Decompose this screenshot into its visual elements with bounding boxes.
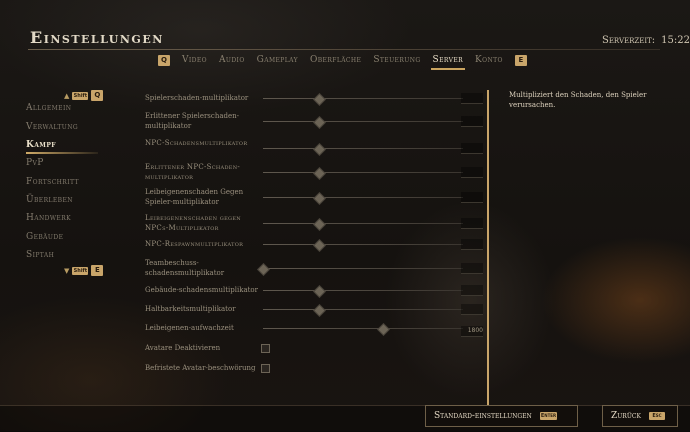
setting-label: Gebäude-schadensmultiplikator bbox=[145, 286, 258, 294]
setting-label: Erlittener NPC-Schaden-multiplikator bbox=[145, 163, 241, 181]
setting-label: NPC-Schadensmultiplikator bbox=[145, 139, 248, 147]
value-field[interactable] bbox=[461, 263, 483, 274]
sidebar-item-building[interactable]: Gebäude bbox=[26, 232, 63, 242]
shift-key-icon: Shift bbox=[72, 91, 89, 100]
slider-track[interactable] bbox=[263, 309, 463, 310]
sidebar-item-siptah[interactable]: Siptah bbox=[26, 250, 54, 260]
next-tab-key-icon[interactable]: E bbox=[514, 54, 527, 66]
setting-label: Avatare Deaktivieren bbox=[145, 344, 221, 352]
setting-label: Teambeschuss-schadensmultiplikator bbox=[145, 259, 225, 277]
back-label: Zurück bbox=[611, 411, 641, 421]
tab-server[interactable]: Server bbox=[430, 55, 466, 70]
slider-track[interactable] bbox=[263, 244, 463, 245]
sidebar-active-underline bbox=[26, 152, 98, 154]
server-time-label: Serverzeit: bbox=[601, 35, 656, 46]
value-field[interactable] bbox=[461, 93, 483, 104]
value-field[interactable] bbox=[461, 167, 483, 178]
tab-gameplay[interactable]: Gameplay bbox=[257, 55, 298, 65]
chevron-down-icon: ▼ bbox=[64, 266, 70, 275]
value-field[interactable] bbox=[461, 116, 483, 127]
setting-label: Spielerschaden-multiplikator bbox=[145, 94, 249, 102]
sidebar-item-survival[interactable]: Überleben bbox=[26, 195, 73, 205]
slider-track[interactable] bbox=[263, 98, 463, 99]
avatar-summoning-checkbox[interactable] bbox=[261, 364, 270, 373]
setting-label: Erlittener Spielerschaden-multiplikator bbox=[145, 112, 240, 130]
page-title: Einstellungen bbox=[30, 28, 164, 47]
value-field[interactable] bbox=[461, 143, 483, 154]
tab-controls[interactable]: Steuerung bbox=[373, 55, 420, 65]
value-field[interactable] bbox=[461, 218, 483, 229]
tab-account[interactable]: Konto bbox=[475, 55, 503, 65]
setting-label: Leibeigenenschaden Gegen Spieler-multipl… bbox=[145, 188, 244, 206]
slider-track[interactable] bbox=[263, 223, 463, 224]
disable-avatars-checkbox[interactable] bbox=[261, 344, 270, 353]
scrollbar[interactable] bbox=[487, 90, 489, 406]
slider-track[interactable] bbox=[263, 197, 463, 198]
q-key-icon: Q bbox=[91, 90, 104, 101]
value-field[interactable] bbox=[461, 285, 483, 296]
value-field[interactable] bbox=[461, 192, 483, 203]
slider-track[interactable] bbox=[263, 290, 463, 291]
tab-interface[interactable]: Oberfläche bbox=[310, 55, 361, 65]
sidebar-item-crafting[interactable]: Handwerk bbox=[26, 213, 71, 223]
setting-label: Leibeigenenschaden gegen NPCs-Multiplika… bbox=[145, 214, 241, 232]
settings-tabs: Q Video Audio Gameplay Oberfläche Steuer… bbox=[158, 52, 539, 70]
footer-bar bbox=[0, 405, 690, 432]
title-divider bbox=[28, 49, 660, 50]
sidebar-up-hint[interactable]: ▲ Shift Q bbox=[64, 90, 104, 101]
prev-tab-key-icon[interactable]: Q bbox=[158, 54, 170, 66]
slider-track[interactable] bbox=[263, 328, 463, 329]
chevron-up-icon: ▲ bbox=[64, 91, 70, 100]
slider-track[interactable] bbox=[263, 268, 463, 269]
restore-defaults-button[interactable]: Standard-einstellungen Enter bbox=[425, 405, 578, 427]
setting-label: Leibeigenen-aufwachzeit bbox=[145, 324, 234, 332]
sidebar-item-progression[interactable]: Fortschritt bbox=[26, 177, 79, 187]
tab-video[interactable]: Video bbox=[182, 55, 207, 65]
sidebar-item-pvp[interactable]: PvP bbox=[26, 158, 44, 168]
setting-label: Befristete Avatar-beschwörung bbox=[145, 364, 256, 372]
setting-label: NPC-Respawnmultiplikator bbox=[145, 240, 244, 248]
server-time: Serverzeit: 15:22 bbox=[602, 35, 690, 46]
tab-audio[interactable]: Audio bbox=[219, 55, 245, 65]
sidebar-item-combat[interactable]: Kampf bbox=[26, 140, 56, 150]
setting-description: Multipliziert den Schaden, den Spieler v… bbox=[509, 91, 647, 109]
slider-track[interactable] bbox=[263, 121, 463, 122]
value-field[interactable] bbox=[461, 239, 483, 250]
sidebar-item-administration[interactable]: Verwaltung bbox=[26, 122, 78, 132]
enter-key-icon: Enter bbox=[539, 412, 558, 420]
esc-key-icon: Esc bbox=[648, 412, 665, 420]
slider-track[interactable] bbox=[263, 148, 463, 149]
e-key-icon: E bbox=[91, 265, 104, 276]
value-field[interactable] bbox=[461, 304, 483, 315]
restore-defaults-label: Standard-einstellungen bbox=[434, 411, 532, 421]
shift-key-icon: Shift bbox=[72, 266, 89, 275]
back-button[interactable]: Zurück Esc bbox=[602, 405, 678, 427]
server-time-value: 15:22 bbox=[661, 35, 690, 46]
slider-track[interactable] bbox=[263, 172, 463, 173]
sidebar-item-general[interactable]: Allgemein bbox=[26, 103, 71, 113]
sidebar-down-hint[interactable]: ▼ Shift E bbox=[64, 265, 104, 276]
value-field[interactable]: 1800 bbox=[461, 326, 483, 337]
setting-label: Haltbarkeitsmultiplikator bbox=[145, 305, 236, 313]
